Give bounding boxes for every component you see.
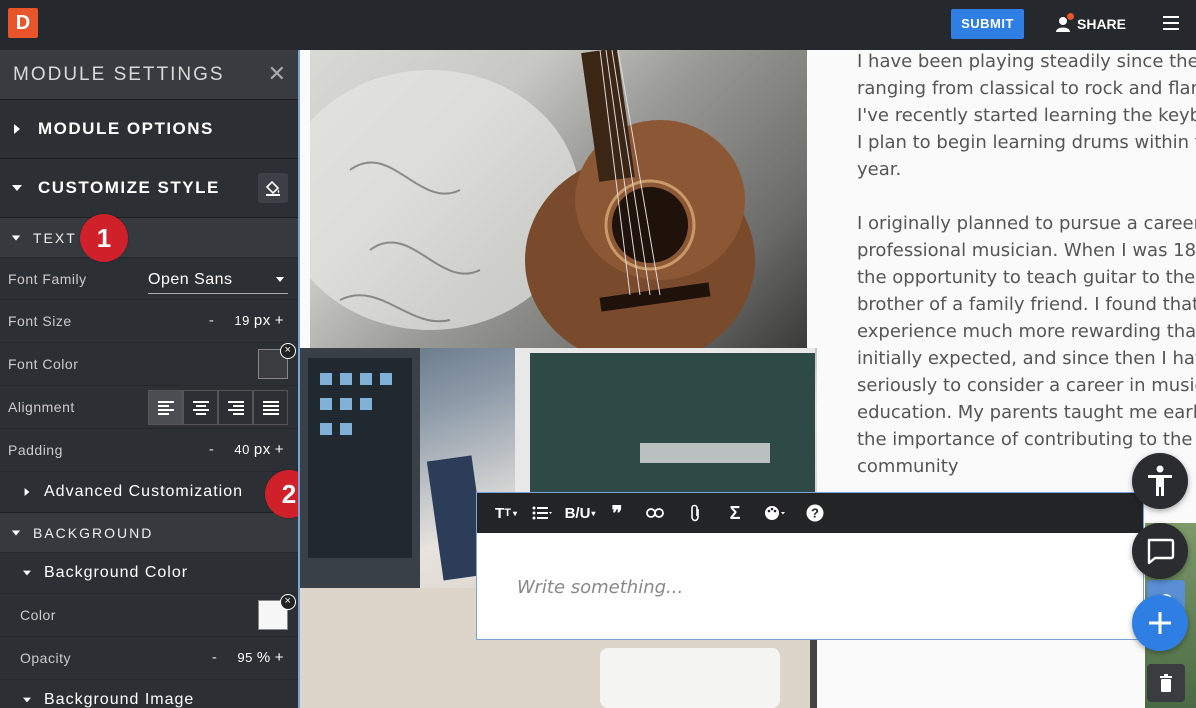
- opacity-value[interactable]: 95: [237, 650, 252, 665]
- customize-style-section[interactable]: CUSTOMIZE STYLE: [0, 158, 298, 217]
- increment-button[interactable]: +: [275, 441, 284, 458]
- help-icon[interactable]: ?: [795, 493, 835, 533]
- opacity-row: Opacity - 95 % +: [0, 636, 298, 679]
- module-settings-sidebar: MODULE SETTINGS ✕ MODULE OPTIONS CUSTOMI…: [0, 50, 298, 708]
- sidebar-header: MODULE SETTINGS ✕: [0, 50, 298, 99]
- chevron-down-icon: [23, 570, 31, 576]
- hamburger-menu-icon[interactable]: [1163, 16, 1181, 32]
- close-icon[interactable]: ✕: [268, 63, 288, 85]
- increment-button[interactable]: +: [275, 649, 284, 666]
- alignment-row: Alignment: [0, 385, 298, 428]
- color-label: Color: [20, 607, 56, 623]
- customize-style-label: CUSTOMIZE STYLE: [38, 178, 220, 197]
- step-badge-1: 1: [80, 214, 128, 262]
- text-subsection-label: TEXT: [33, 229, 77, 246]
- advanced-customization-label: Advanced Customization: [44, 483, 243, 500]
- background-image-label: Background Image: [44, 691, 195, 708]
- share-label: SHARE: [1077, 16, 1127, 32]
- padding-unit: px: [253, 441, 271, 458]
- font-color-row: Font Color ×: [0, 342, 298, 385]
- link-icon[interactable]: [635, 493, 675, 533]
- body-paragraph[interactable]: I have been playing steadily since then …: [857, 50, 1196, 480]
- guitar-illustration: [310, 50, 755, 348]
- padding-stepper[interactable]: - 40 px +: [209, 441, 284, 458]
- trash-icon: [1160, 674, 1172, 692]
- align-left-icon[interactable]: [148, 390, 183, 425]
- share-button[interactable]: SHARE: [1055, 10, 1126, 38]
- chat-button[interactable]: [1132, 523, 1188, 579]
- sigma-icon[interactable]: Σ: [715, 493, 755, 533]
- opacity-stepper[interactable]: - 95 % +: [212, 649, 284, 666]
- sidebar-title: MODULE SETTINGS: [13, 63, 225, 85]
- bold-underline-icon[interactable]: B/U ▾: [561, 493, 599, 533]
- palette-icon[interactable]: [755, 493, 795, 533]
- app-logo[interactable]: D: [8, 8, 38, 38]
- module-options-section[interactable]: MODULE OPTIONS: [0, 99, 298, 158]
- chevron-down-icon: [12, 185, 22, 191]
- editor-placeholder[interactable]: Write something...: [477, 533, 1143, 642]
- editor-toolbar: T T ▾ B/U ▾ ❞ Σ ?: [477, 493, 1143, 533]
- align-center-icon[interactable]: [183, 390, 218, 425]
- text-size-icon[interactable]: T T ▾: [489, 493, 523, 533]
- chevron-right-icon: [14, 124, 20, 134]
- chevron-down-icon: [11, 529, 21, 536]
- increment-button[interactable]: +: [275, 312, 284, 329]
- decrement-button[interactable]: -: [209, 312, 215, 329]
- color-row: Color ×: [0, 593, 298, 636]
- background-image-row[interactable]: Background Image: [0, 679, 298, 708]
- align-right-icon[interactable]: [218, 390, 253, 425]
- clear-color-icon[interactable]: ×: [280, 343, 296, 359]
- font-size-unit: px: [253, 312, 271, 329]
- dropdown-caret-icon: [276, 277, 284, 282]
- font-family-value: Open Sans: [148, 271, 233, 288]
- decrement-button[interactable]: -: [212, 649, 218, 666]
- font-size-value[interactable]: 19: [234, 313, 249, 328]
- submit-button[interactable]: SUBMIT: [951, 9, 1024, 39]
- chevron-down-icon: [11, 234, 21, 241]
- opacity-unit: %: [256, 649, 271, 666]
- background-color-label: Background Color: [44, 564, 189, 581]
- advanced-customization-row[interactable]: Advanced Customization: [0, 471, 298, 512]
- decrement-button[interactable]: -: [209, 441, 215, 458]
- font-size-stepper[interactable]: - 19 px +: [209, 312, 284, 329]
- text-editor[interactable]: T T ▾ B/U ▾ ❞ Σ ? Write something...: [476, 492, 1144, 640]
- module-options-label: MODULE OPTIONS: [38, 119, 214, 138]
- list-icon[interactable]: [523, 493, 561, 533]
- svg-text:?: ?: [811, 506, 819, 521]
- chevron-right-icon: [24, 488, 30, 496]
- background-subsection[interactable]: BACKGROUND: [0, 512, 298, 552]
- background-subsection-label: BACKGROUND: [33, 524, 154, 541]
- background-color-row[interactable]: Background Color: [0, 552, 298, 593]
- accessibility-icon: [1148, 465, 1172, 496]
- delete-button[interactable]: [1147, 664, 1185, 702]
- alignment-buttons: [148, 390, 288, 425]
- padding-value[interactable]: 40: [234, 442, 249, 457]
- bold-underline-label: B/U: [564, 504, 591, 522]
- clear-color-icon[interactable]: ×: [280, 594, 296, 610]
- font-family-row: Font Family Open Sans: [0, 257, 298, 299]
- notification-dot: [1067, 13, 1074, 20]
- chevron-down-icon: [23, 697, 31, 703]
- font-family-select[interactable]: Open Sans: [148, 268, 288, 294]
- font-size-row: Font Size - 19 px +: [0, 299, 298, 342]
- attachment-icon[interactable]: [675, 493, 715, 533]
- align-justify-icon[interactable]: [253, 390, 288, 425]
- text-subsection[interactable]: TEXT: [0, 217, 298, 257]
- guitar-photo[interactable]: [310, 50, 807, 348]
- accessibility-button[interactable]: [1132, 453, 1188, 509]
- paint-bucket-icon[interactable]: [258, 173, 288, 203]
- padding-row: Padding - 40 px +: [0, 428, 298, 471]
- plus-icon: [1149, 612, 1171, 634]
- quote-icon[interactable]: ❞: [599, 493, 635, 533]
- font-color-label: Font Color: [8, 356, 79, 372]
- chat-icon: [1147, 538, 1175, 565]
- add-button[interactable]: [1132, 595, 1188, 651]
- top-bar: D SUBMIT SHARE: [0, 0, 1196, 50]
